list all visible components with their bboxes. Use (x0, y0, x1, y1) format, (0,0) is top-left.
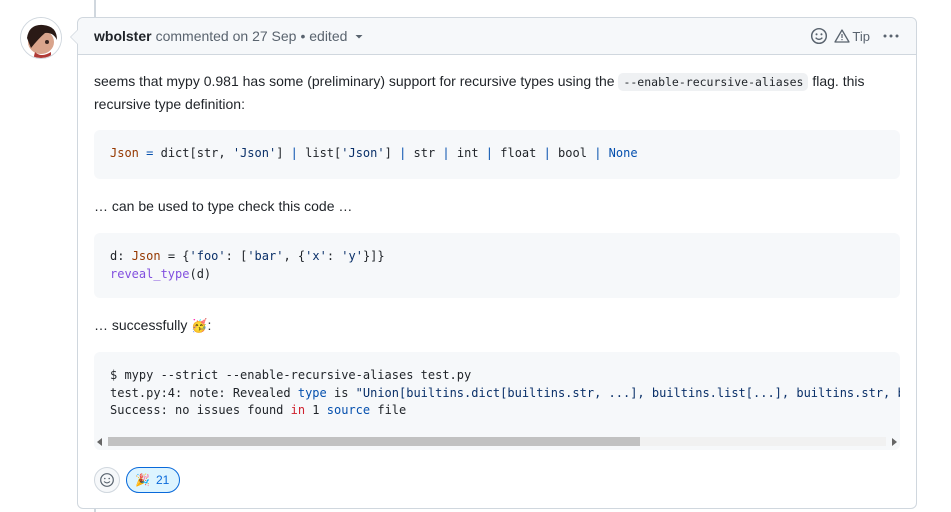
tada-emoji: 🎉 (135, 473, 150, 487)
horizontal-scrollbar[interactable] (94, 433, 900, 449)
avatar[interactable] (20, 17, 62, 59)
smiley-icon (100, 473, 114, 487)
reaction-hooray-button[interactable]: 🎉 21 (126, 467, 181, 493)
add-reaction-footer-button[interactable] (94, 467, 120, 493)
chevron-down-icon (355, 35, 363, 39)
edited-dropdown[interactable]: • edited (300, 28, 367, 44)
scrollbar-thumb[interactable] (108, 437, 640, 446)
comment-paragraph-2: … can be used to type check this code … (94, 198, 353, 214)
inline-code: --enable-recursive-aliases (618, 73, 809, 91)
comment-timestamp[interactable]: commented on 27 Sep (156, 28, 297, 44)
alert-icon (834, 29, 851, 43)
avatar-image (21, 18, 61, 58)
scrollbar-track[interactable] (108, 437, 886, 446)
tip-button[interactable]: Tip (834, 28, 870, 44)
header-actions: Tip (810, 27, 900, 45)
reactions-bar: 🎉 21 (94, 467, 181, 493)
code-block-usage: d: Json = {'foo': ['bar', {'x': 'y'}]} r… (94, 233, 900, 298)
kebab-horizontal-icon (883, 34, 899, 38)
add-reaction-button[interactable] (810, 27, 828, 45)
comment-box: wbolster commented on 27 Sep • edited Ti… (70, 17, 917, 509)
scroll-right-arrow-icon[interactable] (892, 438, 897, 446)
edited-label: • edited (300, 28, 348, 44)
tip-label: Tip (852, 28, 870, 44)
comment-header: wbolster commented on 27 Sep • edited Ti… (78, 18, 916, 55)
comment-paragraph-3: … successfully 🥳: (94, 317, 212, 333)
smiley-icon (811, 27, 828, 45)
reaction-count: 21 (155, 473, 170, 487)
scroll-left-arrow-icon[interactable] (97, 438, 102, 446)
partying-face-emoji: 🥳 (191, 318, 208, 333)
more-options-button[interactable] (882, 28, 900, 44)
author-link[interactable]: wbolster (94, 28, 152, 44)
code-block-type-definition: Json = dict[str, 'Json'] | list['Json'] … (94, 130, 900, 179)
comment-paragraph-1: seems that mypy 0.981 has some (prelimin… (94, 73, 865, 112)
